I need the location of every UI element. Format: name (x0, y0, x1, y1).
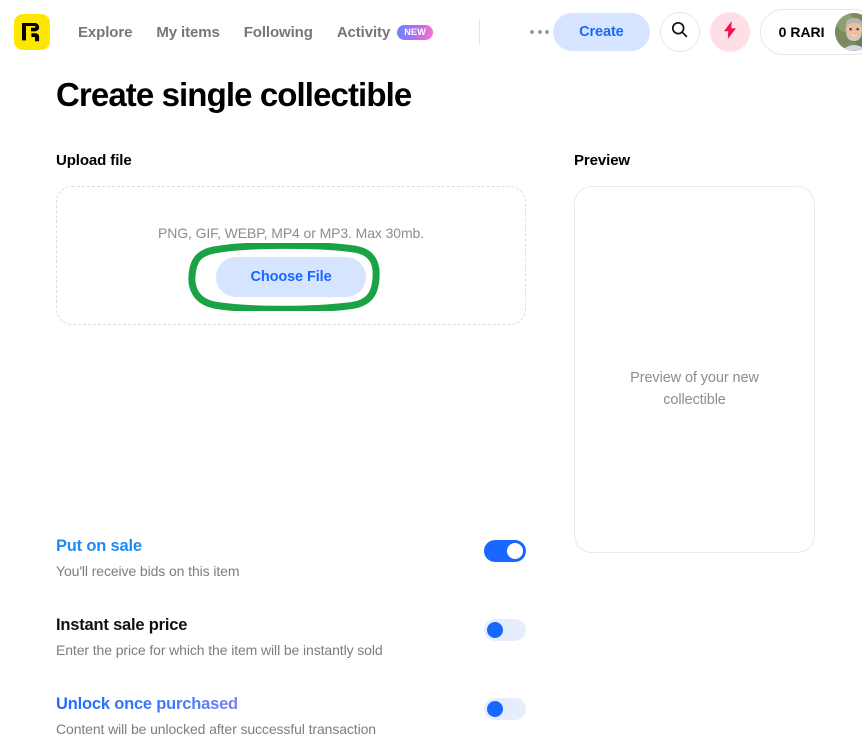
header-actions: Create 0 RARI (553, 9, 862, 55)
nav-item-my-items[interactable]: My items (156, 24, 219, 41)
toggle-knob (507, 543, 523, 559)
toggle-instant-sale-price[interactable] (484, 619, 526, 641)
nav-label-my-items: My items (156, 23, 220, 41)
toggle-knob (487, 701, 503, 717)
upload-column: Upload file PNG, GIF, WEBP, MP4 or MP3. … (56, 152, 526, 737)
top-header: Explore My items Following Activity NEW … (0, 0, 862, 64)
option-title-unlock-once-purchased: Unlock once purchased (56, 695, 376, 714)
create-button[interactable]: Create (553, 13, 650, 51)
toggle-knob (487, 622, 503, 638)
ellipsis-dot (537, 30, 542, 34)
ellipsis-dot (530, 30, 535, 34)
option-subtitle-put-on-sale: You'll receive bids on this item (56, 563, 240, 579)
upload-section-label: Upload file (56, 152, 132, 169)
option-subtitle-unlock-once-purchased: Content will be unlocked after successfu… (56, 721, 376, 737)
search-icon (671, 21, 688, 43)
option-text-put-on-sale: Put on sale You'll receive bids on this … (56, 537, 239, 579)
lightning-bolt-icon (723, 20, 737, 44)
option-row-unlock-once-purchased: Unlock once purchased Content will be un… (56, 695, 526, 737)
nav-label-activity: Activity (336, 23, 391, 41)
nav-item-activity[interactable]: Activity NEW (336, 23, 434, 41)
avatar[interactable] (834, 13, 862, 51)
nav-label-explore: Explore (78, 23, 133, 41)
upload-format-hint: PNG, GIF, WEBP, MP4 or MP3. Max 30mb. (157, 225, 424, 241)
nav-item-following[interactable]: Following (244, 24, 313, 41)
nav-divider (479, 19, 481, 45)
toggle-unlock-once-purchased[interactable] (484, 698, 526, 720)
nav-item-explore[interactable]: Explore (78, 24, 132, 41)
toggle-put-on-sale[interactable] (484, 540, 526, 562)
new-badge: NEW (397, 24, 434, 40)
preview-section-label: Preview (574, 152, 631, 169)
option-row-put-on-sale: Put on sale You'll receive bids on this … (56, 537, 526, 579)
choose-file-wrapper: Choose File (188, 243, 381, 311)
option-title-put-on-sale: Put on sale (56, 537, 142, 555)
preview-empty-text: Preview of your new collectible (630, 369, 759, 408)
option-text-instant-sale-price: Instant sale price Enter the price for w… (56, 616, 383, 658)
ellipsis-icon[interactable] (526, 22, 553, 42)
option-subtitle-instant-sale-price: Enter the price for which the item will … (56, 642, 383, 658)
option-row-instant-sale-price: Instant sale price Enter the price for w… (56, 616, 526, 658)
rarible-logo-icon[interactable] (14, 14, 50, 50)
sale-options-group: Put on sale You'll receive bids on this … (56, 325, 526, 737)
ellipsis-dot (545, 30, 550, 34)
option-text-unlock-once-purchased: Unlock once purchased Content will be un… (56, 695, 376, 737)
lightning-bolt-button[interactable] (709, 12, 750, 52)
page-title: Create single collectible (56, 76, 412, 113)
preview-column: Preview Preview of your new collectible (574, 152, 815, 553)
preview-card: Preview of your new collectible (574, 186, 815, 553)
wallet-balance-pill[interactable]: 0 RARI (759, 9, 862, 55)
wallet-amount: 0 RARI (778, 24, 825, 40)
nav-label-following: Following (243, 23, 313, 41)
choose-file-button[interactable]: Choose File (216, 257, 366, 297)
upload-dropzone[interactable]: PNG, GIF, WEBP, MP4 or MP3. Max 30mb. Ch… (56, 186, 526, 325)
search-button[interactable] (659, 12, 700, 52)
main-nav: Explore My items Following Activity NEW (78, 19, 553, 45)
option-title-instant-sale-price: Instant sale price (56, 616, 188, 634)
